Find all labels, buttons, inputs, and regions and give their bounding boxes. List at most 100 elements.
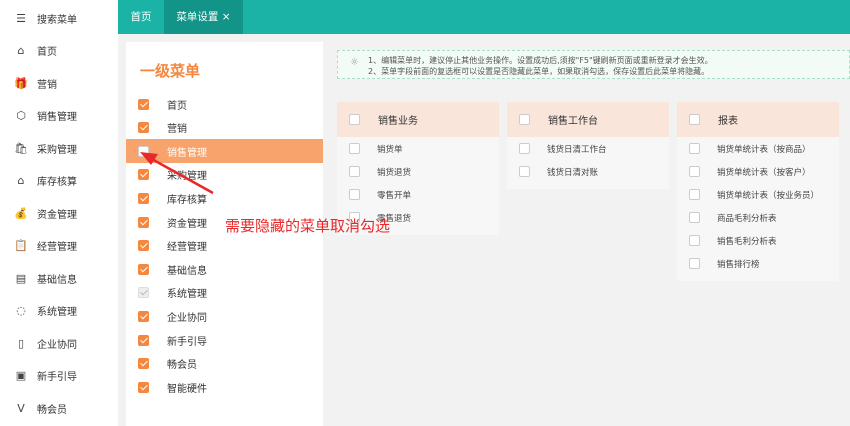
menu-item-checkbox[interactable] <box>138 98 149 110</box>
submenu-item[interactable]: 销货退货 <box>337 160 499 183</box>
bag-icon: 🛍 <box>14 141 28 155</box>
submenu-item[interactable]: 销售毛利分析表 <box>677 229 839 252</box>
menu-item-label: 销售管理 <box>167 147 207 159</box>
submenu-checkbox[interactable] <box>689 166 700 177</box>
menu-item[interactable]: 企业协同 <box>126 304 323 328</box>
menu-item-label: 智能硬件 <box>167 383 207 395</box>
menu-item-checkbox[interactable] <box>138 216 149 228</box>
sidebar-item[interactable]: ▣ 新手引导 <box>14 366 77 386</box>
sidebar-item-label: 企业协同 <box>37 339 77 351</box>
menu-item-checkbox[interactable] <box>138 334 149 346</box>
sidebar-item[interactable]: ▯ 企业协同 <box>14 333 77 353</box>
submenu-item[interactable]: 销货单 <box>337 137 499 160</box>
submenu-item[interactable]: 零售开单 <box>337 183 499 206</box>
menu-item-checkbox[interactable] <box>138 310 149 322</box>
select-all-checkbox[interactable] <box>519 114 530 125</box>
sidebar-item[interactable]: 🎁 营销 <box>14 73 57 93</box>
submenu-checkbox[interactable] <box>689 212 700 223</box>
sidebar-item-label: 采购管理 <box>37 144 77 156</box>
column-header-label: 销售业务 <box>378 116 418 127</box>
sidebar-item[interactable]: ◌ 系统管理 <box>14 301 77 321</box>
menu-item-checkbox <box>138 287 149 299</box>
submenu-item[interactable]: 销售排行榜 <box>677 252 839 275</box>
sidebar-item-label: 搜索菜单 <box>37 14 77 26</box>
menu-item-checkbox[interactable] <box>138 263 149 275</box>
close-icon[interactable]: × <box>222 11 231 23</box>
tab-bar: 首页 菜单设置 × <box>118 0 850 34</box>
submenu-checkbox[interactable] <box>349 166 360 177</box>
menu-item[interactable]: 智能硬件 <box>126 375 323 399</box>
menu-item[interactable]: 经营管理 <box>126 234 323 258</box>
menu-item[interactable]: 销售管理 <box>126 139 323 164</box>
sidebar-item-label: 系统管理 <box>37 307 77 318</box>
panel-title: 一级菜单 <box>140 62 201 80</box>
menu-item-checkbox[interactable] <box>138 122 149 134</box>
submenu-item[interactable]: 钱货日清工作台 <box>507 137 669 160</box>
lightbulb-icon: ☼ <box>350 57 359 68</box>
menu-item-label: 库存核算 <box>167 194 207 206</box>
menu-item[interactable]: 基础信息 <box>126 257 323 281</box>
submenu-label: 钱货日清工作台 <box>547 144 607 155</box>
tab-home[interactable]: 首页 <box>118 0 164 34</box>
submenu-checkbox[interactable] <box>349 143 360 154</box>
sidebar-item[interactable]: ☰ 搜索菜单 <box>14 8 77 28</box>
annotation-text: 需要隐藏的菜单取消勾选 <box>225 217 391 235</box>
submenu-label: 销货单统计表（按客户） <box>717 167 811 178</box>
menu-item-label: 采购管理 <box>167 171 207 183</box>
submenu-checkbox[interactable] <box>519 143 530 154</box>
submenu-item[interactable]: 商品毛利分析表 <box>677 206 839 229</box>
sidebar-item[interactable]: ⬡ 销售管理 <box>14 106 77 126</box>
menu-item-checkbox[interactable] <box>138 358 149 370</box>
sidebar-item-label: 资金管理 <box>37 209 77 221</box>
sidebar-item[interactable]: ⌂ 库存核算 <box>14 171 78 191</box>
menu-item-label: 营销 <box>167 124 187 136</box>
menu-item-checkbox[interactable] <box>138 145 149 157</box>
submenu-label: 销货单 <box>377 144 403 155</box>
menu-item-checkbox[interactable] <box>138 240 149 252</box>
submenu-label: 销货单统计表（按业务员） <box>717 190 820 201</box>
notice-line: 1、编辑菜单时，建议停止其他业务操作。设置成功后,须按"F5"键刷新页面或重新登… <box>368 56 713 65</box>
column-header-label: 销售工作台 <box>548 116 598 127</box>
sidebar-item[interactable]: 📋 经营管理 <box>14 236 77 256</box>
notice-box: ☼ 1、编辑菜单时，建议停止其他业务操作。设置成功后,须按"F5"键刷新页面或重… <box>337 50 850 79</box>
menu-item-checkbox[interactable] <box>138 192 149 204</box>
submenu-label: 销货单统计表（按商品） <box>717 144 811 155</box>
submenu-checkbox[interactable] <box>689 143 700 154</box>
menu-item-checkbox[interactable] <box>138 169 149 181</box>
submenu-item[interactable]: 钱货日清对账 <box>507 160 669 183</box>
select-all-checkbox[interactable] <box>689 114 700 125</box>
submenu-item[interactable]: 销货单统计表（按客户） <box>677 160 839 183</box>
sidebar-item[interactable]: 🛍 采购管理 <box>14 138 77 158</box>
menu-item[interactable]: 营销 <box>126 116 323 140</box>
submenu-checkbox[interactable] <box>689 258 700 269</box>
sidebar-item[interactable]: ▤ 基础信息 <box>14 268 77 288</box>
sidebar-item[interactable]: 💰 资金管理 <box>14 203 77 223</box>
menu-item[interactable]: 首页 <box>126 92 323 116</box>
submenu-label: 零售开单 <box>377 190 412 201</box>
menu-item[interactable]: 系统管理 <box>126 281 323 305</box>
vip-icon: V <box>17 401 25 415</box>
sidebar-item[interactable]: ⌂ 首页 <box>14 41 58 61</box>
submenu-checkbox[interactable] <box>519 166 530 177</box>
menu-item[interactable]: 库存核算 <box>126 186 323 210</box>
select-all-checkbox[interactable] <box>349 114 360 125</box>
menu-item[interactable]: 采购管理 <box>126 163 323 187</box>
submenu-checkbox[interactable] <box>689 235 700 246</box>
menu-item-checkbox[interactable] <box>138 381 149 393</box>
submenu-checkbox[interactable] <box>689 189 700 200</box>
submenu-label: 销售毛利分析表 <box>717 236 777 247</box>
sidebar-item[interactable]: V 畅会员 <box>14 398 67 418</box>
tab-menu-settings[interactable]: 菜单设置 × <box>164 0 243 34</box>
menu-item[interactable]: 畅会员 <box>126 352 323 376</box>
guide-icon: ▣ <box>15 369 27 382</box>
menu-item-label: 经营管理 <box>167 242 207 254</box>
submenu-item[interactable]: 销货单统计表（按商品） <box>677 137 839 160</box>
menu-item-label: 资金管理 <box>167 218 207 230</box>
submenu-checkbox[interactable] <box>349 189 360 200</box>
menu-item[interactable]: 新手引导 <box>126 328 323 352</box>
menu-item-label: 系统管理 <box>167 289 207 301</box>
sidebar-item-label: 库存核算 <box>37 177 77 188</box>
submenu-item[interactable]: 销货单统计表（按业务员） <box>677 183 839 206</box>
menu-item-label: 企业协同 <box>167 312 207 324</box>
column-header: 销售工作台 <box>507 102 669 137</box>
